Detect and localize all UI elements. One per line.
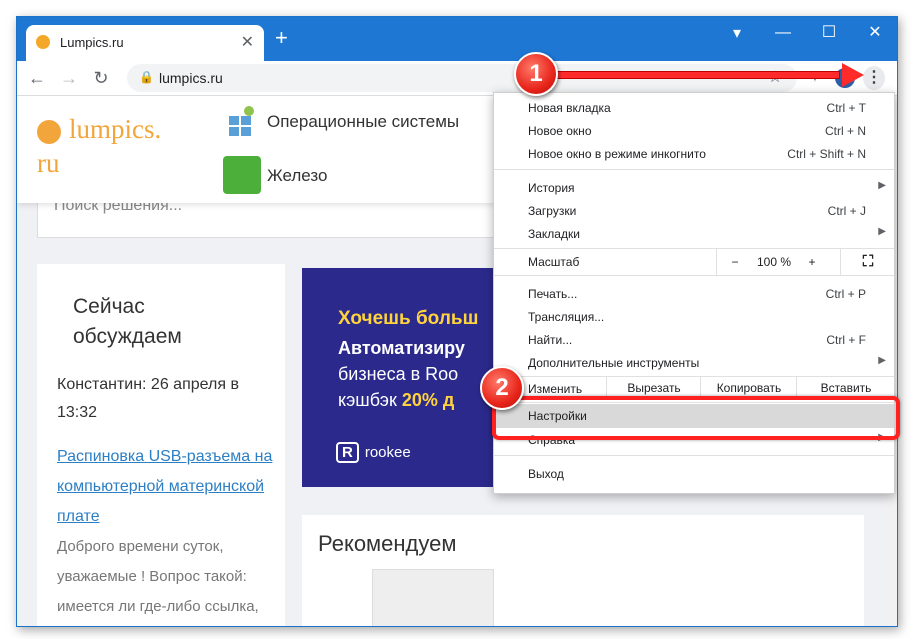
menu-item-label: Новое окно в режиме инкогнито (528, 147, 706, 161)
submenu-arrow-icon: ▶ (878, 180, 886, 191)
forward-icon[interactable]: → (57, 66, 81, 90)
tab-search-icon[interactable]: ▾ (733, 23, 741, 43)
menu-item-find[interactable]: Найти... Ctrl + F (494, 329, 894, 351)
menu-item-shortcut: Ctrl + N (824, 124, 866, 138)
recommend-image[interactable] (372, 569, 494, 626)
logo-icon[interactable] (37, 120, 61, 144)
menu-divider (494, 275, 894, 276)
banner-line-1: Хочешь больш (338, 308, 479, 329)
banner-line-4: кэшбэк 20% д (338, 390, 454, 411)
discussion-title: Сейчас обсуждаем (73, 295, 182, 348)
maximize-button[interactable]: ☐ (807, 19, 851, 47)
zoom-in-button[interactable]: + (796, 249, 828, 275)
banner-line-3: бизнеса в Roo (338, 364, 459, 384)
menu-item-label: Найти... (528, 333, 573, 347)
title-bar: Lumpics.ru ✕ + ▾ — ☐ ✕ (17, 17, 897, 61)
banner-line-4-bold: 20% д (401, 390, 455, 410)
menu-item-new-window[interactable]: Новое окно Ctrl + N (494, 120, 894, 142)
banner-line-4-prefix: кэшбэк (338, 390, 402, 410)
menu-divider (494, 455, 894, 456)
tab-close-icon[interactable]: ✕ (241, 32, 254, 52)
discussion-text: Доброго времени суток, уважаемые ! Вопро… (57, 538, 259, 615)
banner-logo: Rrookee (336, 442, 411, 463)
discussion-card: Сейчас обсуждаем Константин: 26 апреля в… (37, 264, 285, 626)
zoom-row: Масштаб − 100 % + ⛶ (494, 249, 894, 275)
category-hardware-link[interactable]: Железо (267, 166, 327, 186)
submenu-arrow-icon: ▶ (878, 355, 886, 366)
hardware-category-icon[interactable] (223, 156, 261, 194)
menu-kebab-icon[interactable]: ⋮ (863, 66, 885, 90)
menu-item-cast[interactable]: Трансляция... (494, 306, 894, 328)
menu-item-shortcut: Ctrl + Shift + N (787, 147, 866, 161)
annotation-arrow-head (842, 63, 864, 87)
rookee-icon: R (336, 442, 359, 463)
recommend-card: Рекомендуем (302, 515, 864, 626)
new-tab-button[interactable]: + (275, 27, 288, 49)
menu-item-new-tab[interactable]: Новая вкладка Ctrl + T (494, 97, 894, 119)
menu-item-incognito[interactable]: Новое окно в режиме инкогнито Ctrl + Shif… (494, 143, 894, 165)
favicon-icon (36, 35, 50, 49)
browser-window: Lumpics.ru ✕ + ▾ — ☐ ✕ ← → ↻ 🔒 lumpics.r… (16, 16, 898, 627)
menu-item-exit[interactable]: Выход (494, 463, 894, 485)
back-icon[interactable]: ← (25, 66, 49, 90)
url-text: lumpics.ru (159, 70, 223, 86)
menu-item-shortcut: Ctrl + F (826, 333, 866, 347)
minimize-button[interactable]: — (761, 19, 805, 47)
logo-text-2[interactable]: ru (37, 148, 60, 179)
step-1-badge: 1 (514, 52, 558, 96)
settings-highlight-outline (492, 396, 900, 440)
menu-item-label: Дополнительные инструменты (528, 356, 700, 370)
annotation-arrow (538, 71, 840, 79)
menu-item-label: Выход (528, 467, 564, 481)
menu-item-shortcut: Ctrl + J (827, 204, 866, 218)
lock-icon: 🔒 (139, 70, 154, 84)
category-os-link[interactable]: Операционные системы (267, 112, 459, 132)
close-window-button[interactable]: ✕ (853, 19, 897, 47)
ad-banner[interactable]: Хочешь больш Автоматизиру бизнеса в Roo … (302, 268, 497, 487)
menu-item-print[interactable]: Печать... Ctrl + P (494, 283, 894, 305)
tab-title: Lumpics.ru (60, 35, 124, 50)
menu-item-label: Новая вкладка (528, 101, 611, 115)
menu-item-label: Закладки (528, 227, 580, 241)
recommend-title: Рекомендуем (318, 531, 457, 556)
menu-item-label: Новое окно (528, 124, 592, 138)
menu-item-label: Печать... (528, 287, 578, 301)
reload-icon[interactable]: ↻ (89, 66, 113, 90)
menu-item-downloads[interactable]: Загрузки Ctrl + J (494, 200, 894, 222)
fullscreen-icon[interactable]: ⛶ (840, 249, 895, 275)
edit-label: Изменить (528, 382, 583, 396)
menu-item-more-tools[interactable]: Дополнительные инструменты ▶ (494, 352, 894, 374)
menu-item-label: Трансляция... (528, 310, 605, 324)
discussion-author: Константин: 26 апреля в 13:32 (57, 376, 239, 421)
zoom-out-button[interactable]: − (716, 249, 753, 275)
banner-logo-text: rookee (364, 444, 411, 461)
zoom-label: Масштаб (528, 255, 580, 269)
menu-item-shortcut: Ctrl + P (825, 287, 866, 301)
menu-item-history[interactable]: История ▶ (494, 177, 894, 199)
menu-item-label: История (528, 181, 575, 195)
menu-item-shortcut: Ctrl + T (826, 101, 866, 115)
menu-item-bookmarks[interactable]: Закладки ▶ (494, 223, 894, 245)
step-2-badge: 2 (480, 366, 524, 410)
submenu-arrow-icon: ▶ (878, 226, 886, 237)
os-category-icon[interactable] (225, 104, 261, 140)
menu-divider (494, 169, 894, 170)
logo-text-1[interactable]: lumpics. (69, 114, 161, 145)
zoom-value: 100 % (756, 255, 792, 269)
discussion-link[interactable]: Распиновка USB-разъема на компьютерной м… (57, 442, 277, 532)
banner-line-2: Автоматизиру (338, 338, 465, 358)
tab-lumpics[interactable]: Lumpics.ru ✕ (26, 25, 264, 61)
site-header: lumpics. ru Операционные системы Железо (17, 96, 502, 203)
menu-item-label: Загрузки (528, 204, 577, 218)
